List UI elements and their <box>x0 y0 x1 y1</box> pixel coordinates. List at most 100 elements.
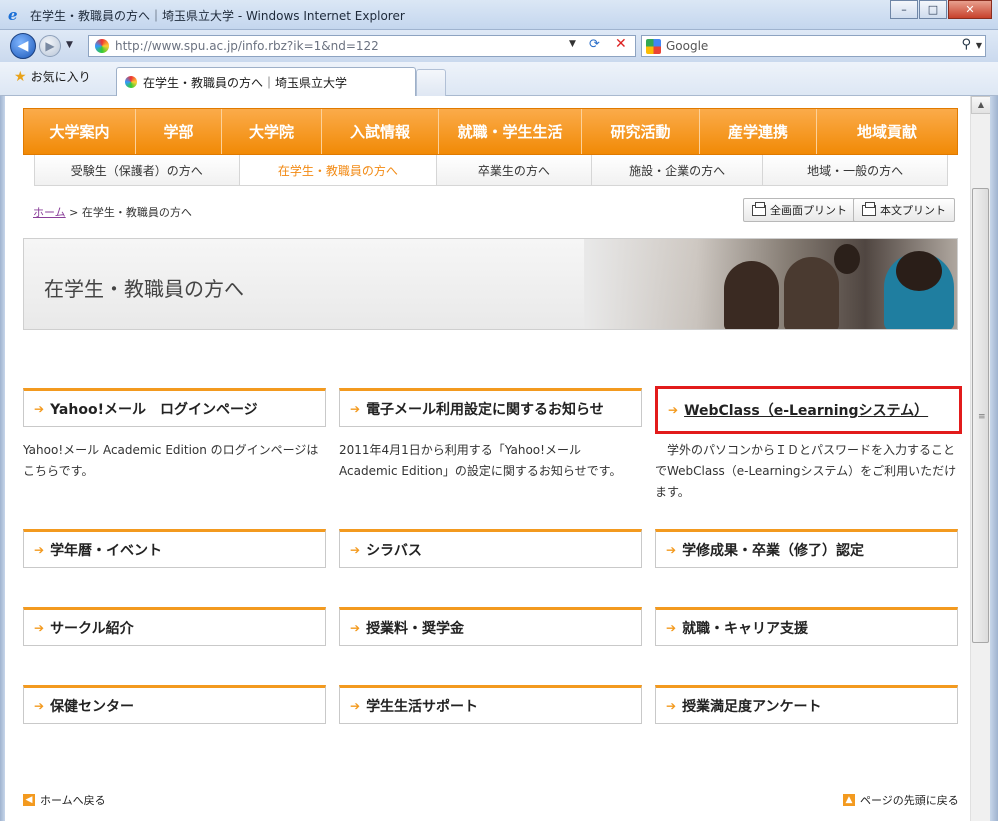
breadcrumb-current: 在学生・教職員の方へ <box>81 206 192 219</box>
new-tab-button[interactable] <box>416 69 446 96</box>
back-home-link[interactable]: ◀ ホームへ戻る <box>23 792 106 808</box>
card-syllabus[interactable]: ➔ シラバス <box>339 529 642 568</box>
card-label: 授業満足度アンケート <box>682 698 822 715</box>
star-icon: ★ <box>14 69 27 85</box>
search-input[interactable]: Google <box>666 39 708 53</box>
gnav-item-admission[interactable]: 入試情報 <box>322 109 439 154</box>
card-description: Yahoo!メール Academic Edition のログインページはこちらで… <box>23 443 319 478</box>
global-nav: 大学案内 学部 大学院 入試情報 就職・学生生活 研究活動 産学連携 地域貢献 <box>23 108 958 155</box>
back-home-label: ホームへ戻る <box>40 794 106 807</box>
card-label: 保健センター <box>50 698 135 715</box>
card-label: 就職・キャリア支援 <box>682 620 809 637</box>
card-yahoo-mail[interactable]: ➔ Yahoo!メール ログインページ <box>23 388 326 427</box>
page-viewport: 大学案内 学部 大学院 入試情報 就職・学生生活 研究活動 産学連携 地域貢献 … <box>5 96 970 821</box>
chevron-right-icon: ➔ <box>34 620 45 635</box>
favorites-label: お気に入り <box>30 70 91 84</box>
page-top-label: ページの先頭に戻る <box>860 794 959 807</box>
chevron-right-icon: ➔ <box>350 542 361 557</box>
gnav-item-graduate[interactable]: 大学院 <box>222 109 322 154</box>
gnav-item-research[interactable]: 研究活動 <box>582 109 700 154</box>
card-label: 学年暦・イベント <box>50 542 163 559</box>
subnav-item-applicants[interactable]: 受験生（保護者）の方へ <box>35 155 240 185</box>
photo-figure <box>896 251 942 291</box>
window-controls: – □ ✕ <box>889 0 992 19</box>
page-top-link[interactable]: ▲ ページの先頭に戻る <box>843 792 959 808</box>
card-survey[interactable]: ➔ 授業満足度アンケート <box>655 685 958 724</box>
scroll-thumb[interactable]: ≡ <box>972 188 989 643</box>
minimize-button[interactable]: – <box>890 0 918 19</box>
chevron-right-icon: ➔ <box>350 620 361 635</box>
card-label: 電子メール利用設定に関するお知らせ <box>366 401 604 418</box>
gnav-item-community[interactable]: 地域貢献 <box>817 109 957 154</box>
browser-navbar: ◀ ▶ ▼ http://www.spu.ac.jp/info.rbz?ik=1… <box>0 30 998 62</box>
card-tuition[interactable]: ➔ 授業料・奨学金 <box>339 607 642 646</box>
subnav-item-companies[interactable]: 施設・企業の方へ <box>592 155 764 185</box>
gnav-item-career-life[interactable]: 就職・学生生活 <box>439 109 582 154</box>
card-graduation[interactable]: ➔ 学修成果・卒業（修了）認定 <box>655 529 958 568</box>
window-title: 在学生・教職員の方へ｜埼玉県立大学 - Windows Internet Exp… <box>30 9 405 23</box>
sub-nav: 受験生（保護者）の方へ 在学生・教職員の方へ 卒業生の方へ 施設・企業の方へ 地… <box>34 155 948 186</box>
arrow-up-icon: ▲ <box>843 794 855 806</box>
search-box[interactable]: Google ⚲ ▼ <box>641 35 986 57</box>
card-health-center[interactable]: ➔ 保健センター <box>23 685 326 724</box>
gnav-item-industry[interactable]: 産学連携 <box>700 109 817 154</box>
search-dropdown-icon[interactable]: ▼ <box>976 41 982 50</box>
print-full-label: 全画面プリント <box>770 204 847 217</box>
address-bar[interactable]: http://www.spu.ac.jp/info.rbz?ik=1&nd=12… <box>88 35 636 57</box>
stop-icon[interactable]: ✕ <box>615 36 627 52</box>
window-right-border <box>990 96 998 821</box>
breadcrumb-home-link[interactable]: ホーム <box>33 206 66 219</box>
card-label: シラバス <box>366 542 422 559</box>
arrow-left-icon: ◀ <box>23 794 35 806</box>
subnav-item-public[interactable]: 地域・一般の方へ <box>763 155 947 185</box>
card-career-support[interactable]: ➔ 就職・キャリア支援 <box>655 607 958 646</box>
print-body-button[interactable]: 本文プリント <box>853 198 955 222</box>
forward-button[interactable]: ▶ <box>39 35 61 57</box>
chevron-right-icon: ➔ <box>666 620 677 635</box>
page-hero: 在学生・教職員の方へ <box>23 238 958 330</box>
close-button[interactable]: ✕ <box>948 0 992 19</box>
refresh-icon[interactable]: ⟳ <box>589 37 600 52</box>
gnav-item-about[interactable]: 大学案内 <box>24 109 136 154</box>
printer-icon <box>752 201 766 216</box>
card-description: 2011年4月1日から利用する「Yahoo!メール Academic Editi… <box>339 443 622 478</box>
page-title: 在学生・教職員の方へ <box>44 277 244 301</box>
address-dropdown-icon[interactable]: ▼ <box>569 39 576 49</box>
chevron-right-icon: ➔ <box>350 401 361 416</box>
search-icon[interactable]: ⚲ <box>961 37 971 52</box>
subnav-item-alumni[interactable]: 卒業生の方へ <box>437 155 592 185</box>
favorites-button[interactable]: ★ お気に入り <box>14 68 91 85</box>
card-email-settings[interactable]: ➔ 電子メール利用設定に関するお知らせ <box>339 388 642 427</box>
address-url[interactable]: http://www.spu.ac.jp/info.rbz?ik=1&nd=12… <box>115 39 379 53</box>
card-circles[interactable]: ➔ サークル紹介 <box>23 607 326 646</box>
card-webclass[interactable]: ➔ WebClass（e-Learningシステム） <box>655 386 962 434</box>
print-full-button[interactable]: 全画面プリント <box>743 198 856 222</box>
window-titlebar: e 在学生・教職員の方へ｜埼玉県立大学 - Windows Internet E… <box>0 0 998 30</box>
ie-logo-icon: e <box>8 6 18 24</box>
chevron-right-icon: ➔ <box>34 401 45 416</box>
history-dropdown-icon[interactable]: ▼ <box>66 40 73 50</box>
maximize-button[interactable]: □ <box>919 0 947 19</box>
breadcrumb: ホーム > 在学生・教職員の方へ <box>33 204 192 220</box>
scroll-grip-icon: ≡ <box>978 412 986 422</box>
print-body-label: 本文プリント <box>880 204 946 217</box>
card-student-support[interactable]: ➔ 学生生活サポート <box>339 685 642 724</box>
chevron-right-icon: ➔ <box>34 542 45 557</box>
chevron-right-icon: ➔ <box>668 403 679 417</box>
chevron-right-icon: ➔ <box>34 698 45 713</box>
card-label: 授業料・奨学金 <box>366 620 465 637</box>
chevron-right-icon: ➔ <box>666 542 677 557</box>
vertical-scrollbar[interactable]: ▲ ≡ <box>970 96 991 821</box>
scroll-up-arrow[interactable]: ▲ <box>971 96 991 114</box>
photo-figure <box>834 244 860 274</box>
chevron-right-icon: ➔ <box>350 698 361 713</box>
site-favicon-icon <box>95 39 109 53</box>
card-label: サークル紹介 <box>50 620 134 637</box>
back-button[interactable]: ◀ <box>10 33 36 59</box>
card-label: 学生生活サポート <box>366 698 479 715</box>
tab-active[interactable]: 在学生・教職員の方へ｜埼玉県立大学 <box>116 67 416 96</box>
photo-figure <box>724 261 779 329</box>
gnav-item-faculty[interactable]: 学部 <box>136 109 222 154</box>
subnav-item-students[interactable]: 在学生・教職員の方へ <box>239 155 438 185</box>
card-academic-calendar[interactable]: ➔ 学年暦・イベント <box>23 529 326 568</box>
